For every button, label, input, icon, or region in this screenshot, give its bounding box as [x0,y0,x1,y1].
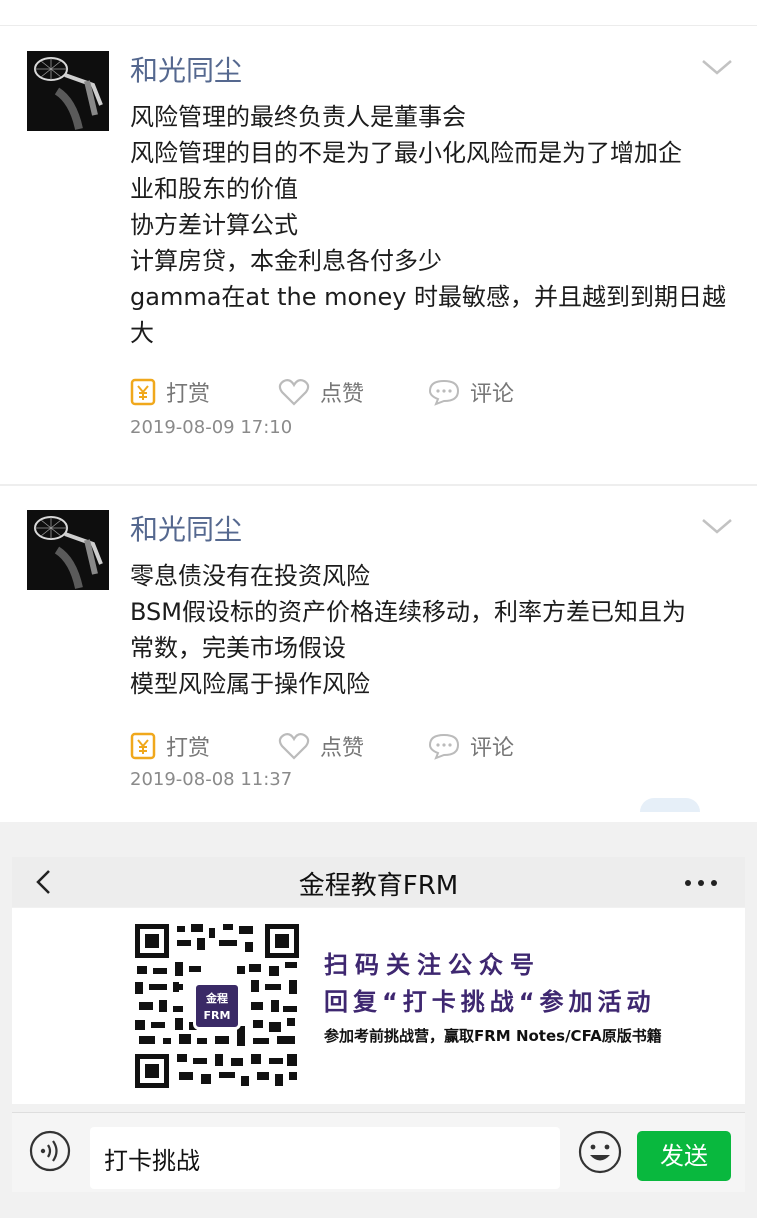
chat-screenshot: 金程教育FRM 金程 FRM 扫码关注公众号 回复“打卡挑战“参加活动 参加考前… [0,822,757,1218]
content-line: 业和股东的价值 [130,175,298,203]
chat-input-bar: 发送 [12,1112,745,1192]
more-dots-icon[interactable] [684,879,718,887]
top-strip [0,0,757,26]
content-line: 计算房贷，本金利息各付多少 [130,247,442,275]
content-line: 零息债没有在投资风险 [130,562,370,590]
chevron-down-icon[interactable] [700,516,734,536]
qr-logo: 金程 FRM [193,982,241,1030]
floating-bubble [640,798,700,812]
avatar[interactable] [27,51,109,131]
like-button[interactable]: 点赞 [278,375,364,409]
content-line: 大 [130,319,154,347]
yuan-reward-icon [130,732,156,760]
qr-logo-line1: 金程 [206,992,228,1005]
reward-button[interactable]: 打赏 [130,729,210,763]
emoji-icon[interactable] [577,1129,623,1175]
comment-button[interactable]: 评论 [428,729,514,763]
comment-label: 评论 [470,382,515,407]
qr-code[interactable]: 金程 FRM [133,922,301,1090]
promo-card: 金程 FRM 扫码关注公众号 回复“打卡挑战“参加活动 参加考前挑战营，赢取FR… [12,908,745,1104]
reward-button[interactable]: 打赏 [130,375,210,409]
reward-label: 打赏 [166,382,211,407]
like-label: 点赞 [320,736,365,761]
moment-post: 和光同尘 零息债没有在投资风险 BSM假设标的资产价格连续移动，利率方差已知且为… [0,486,757,806]
author-name[interactable]: 和光同尘 [130,508,242,548]
promo-line-2: 回复“打卡挑战“参加活动 [324,988,656,1016]
comment-label: 评论 [470,736,515,761]
content-line: 协方差计算公式 [130,211,298,239]
comment-icon [428,379,460,406]
send-button[interactable]: 发送 [637,1131,731,1181]
message-input[interactable] [90,1127,560,1189]
post-timestamp: 2019-08-08 11:37 [130,769,293,790]
post-content: 零息债没有在投资风险 BSM假设标的资产价格连续移动，利率方差已知且为 常数，完… [130,558,730,702]
comment-button[interactable]: 评论 [428,375,514,409]
post-actions: 打赏 点赞 评论 [130,375,550,409]
content-line: 常数，完美市场假设 [130,634,346,662]
reward-label: 打赏 [166,736,211,761]
like-button[interactable]: 点赞 [278,729,364,763]
content-line: gamma在at the money 时最敏感，并且越到到期日越 [130,283,727,311]
yuan-reward-icon [130,378,156,406]
content-line: BSM假设标的资产价格连续移动，利率方差已知且为 [130,598,686,626]
promo-line-3: 参加考前挑战营，赢取FRM Notes/CFA原版书籍 [324,1027,662,1045]
promo-line-1: 扫码关注公众号 [324,951,541,979]
moment-post: 和光同尘 风险管理的最终负责人是董事会 风险管理的目的不是为了最小化风险而是为了… [0,27,757,485]
chevron-down-icon[interactable] [700,57,734,77]
comment-icon [428,733,460,760]
content-line: 风险管理的最终负责人是董事会 [130,103,466,131]
content-line: 风险管理的目的不是为了最小化风险而是为了增加企 [130,139,682,167]
avatar[interactable] [27,510,109,590]
content-line: 模型风险属于操作风险 [130,670,370,698]
author-name[interactable]: 和光同尘 [130,49,242,89]
qr-logo-line2: FRM [203,1009,231,1022]
heart-icon [278,379,310,406]
post-content: 风险管理的最终负责人是董事会 风险管理的目的不是为了最小化风险而是为了增加企 业… [130,99,730,351]
post-actions: 打赏 点赞 评论 [130,729,550,763]
post-timestamp: 2019-08-09 17:10 [130,417,293,438]
like-label: 点赞 [320,382,365,407]
heart-icon [278,733,310,760]
chat-title: 金程教育FRM [298,871,459,901]
chat-nav-bar: 金程教育FRM [12,857,745,907]
voice-icon[interactable] [28,1129,72,1173]
